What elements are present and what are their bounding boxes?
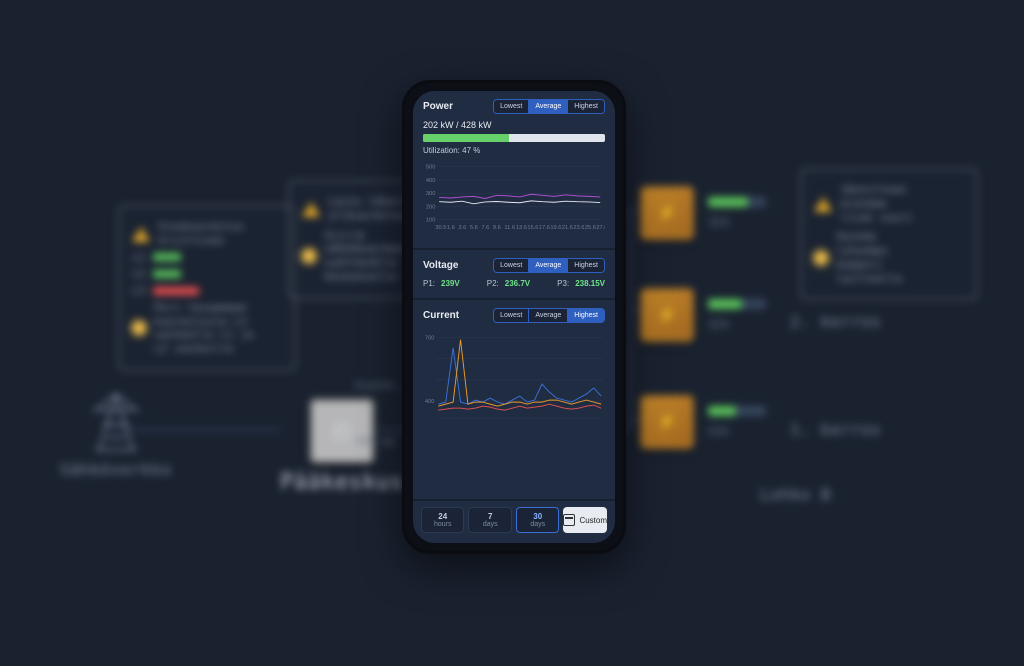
- svg-text:3.6: 3.6: [458, 225, 466, 231]
- svg-text:700: 700: [425, 336, 435, 342]
- led-l1: [153, 253, 181, 261]
- svg-text:5.6: 5.6: [470, 225, 478, 231]
- led-l3: [153, 287, 199, 295]
- power-value: 202 kW / 428 kW: [423, 120, 605, 130]
- device-row-mid: ⚡ 32A: [640, 288, 766, 342]
- range-custom[interactable]: Custom: [563, 507, 607, 533]
- current-card: Current Lowest Average Highest 700 400: [413, 300, 615, 501]
- load-bar: [708, 299, 766, 309]
- device-row-bot: ⚡ 63A: [640, 395, 766, 449]
- svg-text:19.6: 19.6: [550, 225, 561, 231]
- led-l2: [153, 270, 181, 278]
- phone-frame: Power Lowest Average Highest 202 kW / 42…: [402, 80, 626, 554]
- meter-icon: ◴: [309, 398, 375, 464]
- phone-screen: Power Lowest Average Highest 202 kW / 42…: [413, 91, 615, 543]
- amp-label: 63A: [708, 424, 766, 438]
- zone-b-label: Lohko B: [760, 485, 831, 504]
- main-distribution-label: Pääkeskus: [280, 470, 404, 495]
- utilization-bar: [423, 134, 605, 142]
- svg-text:15.6: 15.6: [527, 225, 538, 231]
- svg-text:11.6: 11.6: [504, 225, 515, 231]
- current-title: Current: [423, 310, 459, 321]
- range-7d[interactable]: 7days: [468, 507, 511, 533]
- warning-icon: [132, 226, 150, 242]
- voltage-card: Voltage Lowest Average Highest P1: 239V P…: [413, 250, 615, 300]
- grid-node: Sähköverkko: [60, 390, 171, 479]
- floor2-label: 2. kerros: [790, 312, 881, 331]
- svg-text:27.6: 27.6: [596, 225, 605, 231]
- power-seg-lowest[interactable]: Lowest: [494, 100, 528, 113]
- current-seg-highest[interactable]: Highest: [567, 309, 604, 322]
- kuorm-label: Kuormi...: [355, 378, 403, 392]
- device-icon: ⚡: [640, 288, 694, 342]
- voltage-seg-lowest[interactable]: Lowest: [494, 259, 528, 272]
- p3-label: P3:: [557, 279, 569, 288]
- voltage-seg-average[interactable]: Average: [528, 259, 567, 272]
- alert-box-left: Vinokuormitus kriittinen L1 L2 L3 Pyri t…: [118, 205, 296, 371]
- device-icon: ⚡: [640, 186, 694, 240]
- alert-box-right: Jännitteen alenema liian suuri Vaihda ly…: [800, 168, 978, 300]
- svg-text:300: 300: [426, 191, 435, 197]
- current-seg: Lowest Average Highest: [493, 308, 605, 323]
- power-seg-highest[interactable]: Highest: [567, 100, 604, 113]
- svg-text:30.5: 30.5: [435, 225, 446, 231]
- current-chart: 700 400: [423, 329, 605, 425]
- svg-text:100: 100: [426, 218, 435, 224]
- voltage-seg: Lowest Average Highest: [493, 258, 605, 273]
- floor1-label: 1. kerros: [790, 420, 881, 439]
- p2-value: 236.7V: [505, 279, 530, 288]
- bulb-icon: [302, 249, 316, 263]
- tpk-label: TPK 40: [355, 435, 395, 449]
- power-card: Power Lowest Average Highest 202 kW / 42…: [413, 91, 615, 250]
- load-bar: [708, 197, 766, 207]
- pylon-icon: [89, 390, 143, 454]
- voltage-title: Voltage: [423, 260, 458, 271]
- svg-text:13.6: 13.6: [516, 225, 527, 231]
- device-row-top: ⚡ 32A: [640, 186, 766, 240]
- power-title: Power: [423, 101, 453, 112]
- svg-text:21.6: 21.6: [562, 225, 573, 231]
- svg-text:1.6: 1.6: [447, 225, 455, 231]
- p1-label: P1:: [423, 279, 435, 288]
- voltage-seg-highest[interactable]: Highest: [567, 259, 604, 272]
- power-chart: 500 400 300 200 100 30.51.63.6 5.67.6 9.611.…: [423, 161, 605, 233]
- calendar-icon: [563, 514, 575, 526]
- current-seg-lowest[interactable]: Lowest: [494, 309, 528, 322]
- power-seg: Lowest Average Highest: [493, 99, 605, 114]
- svg-text:9.6: 9.6: [493, 225, 501, 231]
- p2-label: P2:: [487, 279, 499, 288]
- range-30d[interactable]: 30days: [516, 507, 559, 533]
- svg-text:200: 200: [426, 204, 435, 210]
- p1-value: 239V: [441, 279, 460, 288]
- device-icon: ⚡: [640, 395, 694, 449]
- svg-text:25.6: 25.6: [585, 225, 596, 231]
- utilization-label: Utilization: 47 %: [423, 146, 605, 155]
- grid-label: Sähköverkko: [60, 460, 171, 479]
- svg-text:23.6: 23.6: [573, 225, 584, 231]
- current-seg-average[interactable]: Average: [528, 309, 567, 322]
- time-range-row: 24hours 7days 30days Custom: [413, 501, 615, 543]
- p3-value: 238.15V: [575, 279, 605, 288]
- svg-text:7.6: 7.6: [481, 225, 489, 231]
- warning-icon: [814, 196, 832, 212]
- svg-text:500: 500: [426, 165, 435, 171]
- voltage-readings: P1: 239V P2: 236.7V P3: 238.15V: [423, 279, 605, 288]
- svg-text:400: 400: [426, 178, 435, 184]
- amp-label: 32A: [708, 215, 766, 229]
- amp-label: 32A: [708, 317, 766, 331]
- range-24h[interactable]: 24hours: [421, 507, 464, 533]
- svg-text:400: 400: [425, 399, 435, 405]
- load-bar: [708, 406, 766, 416]
- bulb-icon: [132, 321, 146, 335]
- svg-text:17.6: 17.6: [539, 225, 550, 231]
- bulb-icon: [814, 251, 828, 265]
- warning-icon: [302, 201, 320, 217]
- power-seg-average[interactable]: Average: [528, 100, 567, 113]
